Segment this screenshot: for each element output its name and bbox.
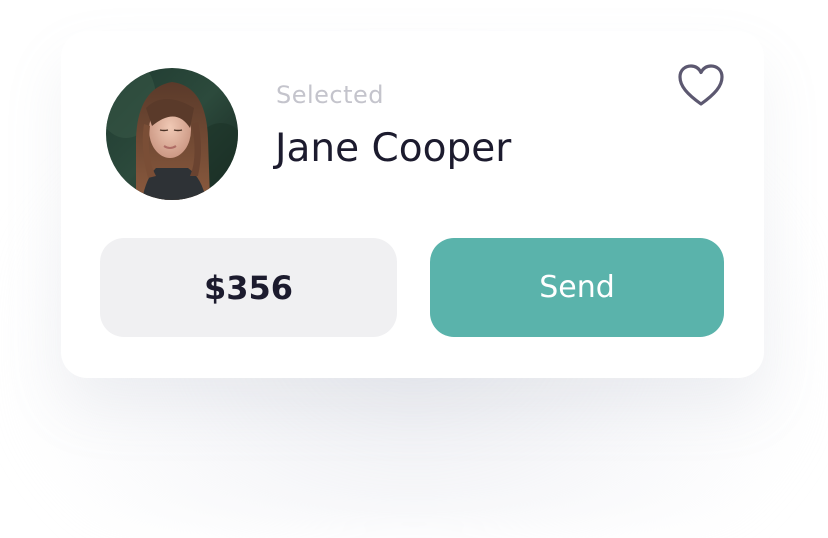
- recipient-name: Jane Cooper: [275, 126, 512, 171]
- stage: Selected Jane Cooper $356 Send: [0, 0, 828, 538]
- favorite-button[interactable]: [677, 64, 725, 108]
- amount-field[interactable]: $356: [100, 238, 397, 337]
- avatar[interactable]: [106, 68, 238, 200]
- status-label: Selected: [276, 81, 385, 109]
- heart-icon: [678, 64, 724, 106]
- transfer-card: Selected Jane Cooper $356 Send: [61, 31, 764, 378]
- avatar-photo: [106, 68, 238, 200]
- send-button[interactable]: Send: [430, 238, 724, 337]
